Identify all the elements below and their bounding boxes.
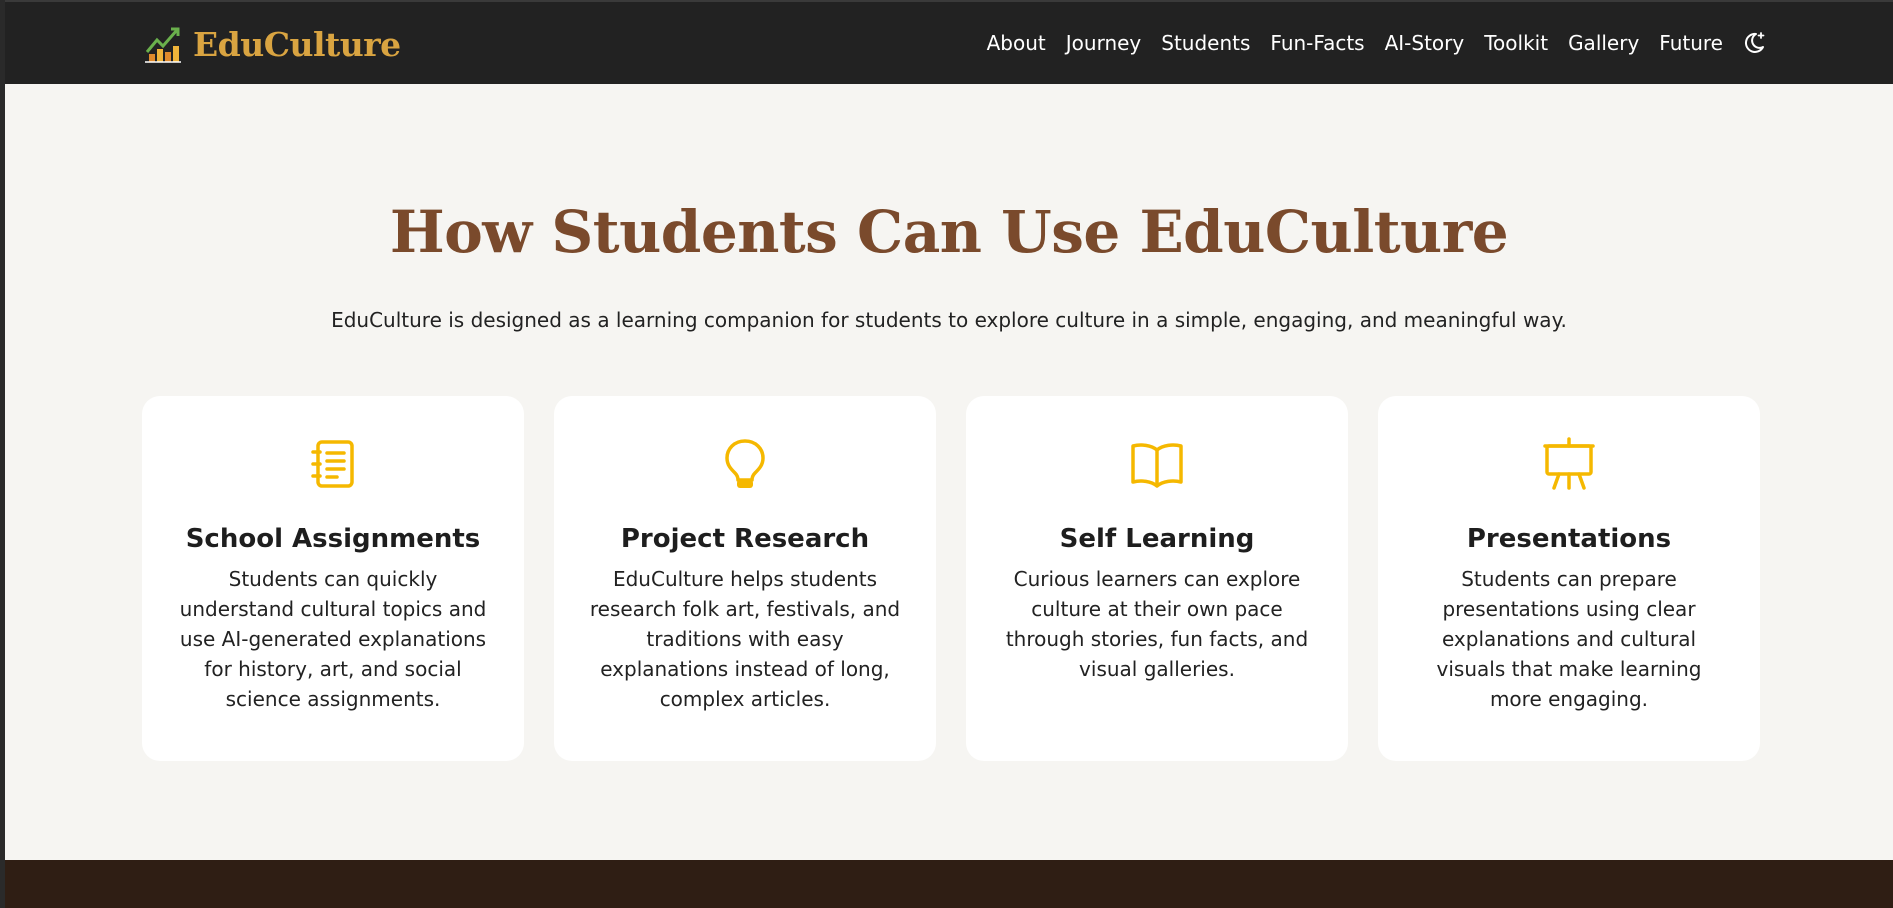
- card-presentations: Presentations Students can prepare prese…: [1378, 396, 1760, 761]
- moon-star-icon[interactable]: [1741, 30, 1767, 56]
- card-text: EduCulture helps students research folk …: [589, 567, 901, 711]
- card-text: Students can prepare presentations using…: [1436, 567, 1702, 711]
- nav-link-future[interactable]: Future: [1659, 31, 1723, 55]
- card-self-learning: Self Learning Curious learners can explo…: [966, 396, 1348, 761]
- card-text: Curious learners can explore culture at …: [1005, 567, 1309, 681]
- nav-link-fun-facts[interactable]: Fun-Facts: [1270, 31, 1364, 55]
- chart-trend-icon: [145, 27, 181, 63]
- nav-link-toolkit[interactable]: Toolkit: [1484, 31, 1548, 55]
- nav-link-gallery[interactable]: Gallery: [1568, 31, 1639, 55]
- card-school-assignments: School Assignments Students can quickly …: [142, 396, 524, 761]
- brand[interactable]: EduCulture: [143, 24, 401, 64]
- card-project-research: Project Research EduCulture helps studen…: [554, 396, 936, 761]
- card-title: Presentations: [1466, 524, 1672, 554]
- section-title: How Students Can Use EduCulture: [389, 198, 1509, 266]
- open-book-icon: [1131, 443, 1183, 488]
- nav-link-students[interactable]: Students: [1161, 31, 1250, 55]
- nav-link-journey[interactable]: Journey: [1066, 31, 1142, 55]
- notebook-icon: [311, 440, 354, 488]
- footer-band: [5, 860, 1893, 908]
- card-title: Project Research: [620, 524, 870, 554]
- page: EduCulture About Journey Students Fun-Fa…: [5, 0, 1893, 908]
- section-subtitle: EduCulture is designed as a learning com…: [331, 308, 1567, 332]
- lightbulb-icon: [725, 439, 765, 488]
- card-text: Students can quickly understand cultural…: [179, 567, 487, 711]
- card-title: Self Learning: [1059, 524, 1255, 554]
- brand-name: EduCulture: [193, 24, 401, 64]
- use-case-cards: School Assignments Students can quickly …: [142, 396, 1760, 761]
- nav-link-about[interactable]: About: [987, 31, 1046, 55]
- easel-icon: [1543, 437, 1595, 490]
- card-title: School Assignments: [185, 524, 481, 554]
- nav-link-ai-story[interactable]: AI-Story: [1385, 31, 1465, 55]
- nav-links: About Journey Students Fun-Facts AI-Stor…: [987, 30, 1767, 56]
- navbar: EduCulture About Journey Students Fun-Fa…: [5, 0, 1893, 84]
